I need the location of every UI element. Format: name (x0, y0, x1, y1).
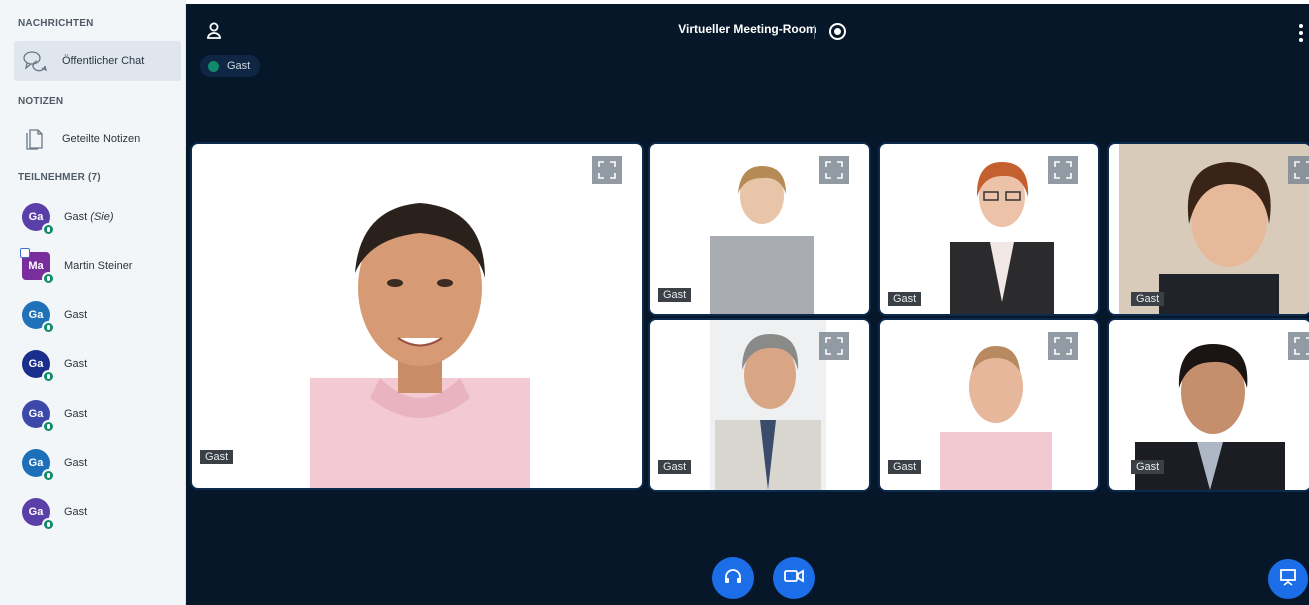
participant-video (310, 203, 530, 488)
video-tile[interactable]: Gast (1107, 318, 1309, 492)
microphone-icon (42, 420, 55, 433)
talking-indicator: Gast (200, 55, 261, 77)
fullscreen-icon[interactable] (1048, 332, 1078, 360)
participant-video (940, 346, 1052, 490)
avatar: Ga (22, 350, 55, 383)
headphones-icon (724, 568, 742, 589)
public-chat-item[interactable]: Öffentlicher Chat (14, 41, 181, 81)
microphone-icon (42, 223, 55, 236)
video-tile[interactable]: Gast (878, 142, 1100, 316)
participant-item[interactable]: Ga Gast (22, 397, 182, 433)
video-tile[interactable]: Gast (648, 318, 871, 492)
share-camera-button[interactable] (773, 557, 815, 599)
participant-video-label: Gast (888, 460, 922, 474)
participant-name: Gast (64, 506, 88, 518)
participant-item[interactable]: Ga Gast (Sie) (22, 200, 182, 236)
microphone-icon (42, 518, 55, 531)
presenter-icon (20, 248, 30, 258)
microphone-icon (42, 370, 55, 383)
presentation-icon (1279, 568, 1297, 591)
title-divider (814, 25, 815, 39)
avatar: Ga (22, 301, 55, 334)
fullscreen-icon[interactable] (1288, 156, 1309, 184)
participant-video (950, 162, 1054, 314)
avatar: Ga (22, 498, 55, 531)
participant-name: Gast (Sie) (64, 211, 114, 223)
participant-video-label: Gast (200, 450, 234, 464)
participant-item[interactable]: Ga Gast (22, 495, 182, 531)
microphone-icon (42, 469, 55, 482)
participant-name: Gast (64, 309, 88, 321)
microphone-icon (208, 60, 219, 72)
participant-name: Gast (64, 358, 88, 370)
participant-video (1119, 144, 1309, 314)
participant-item[interactable]: Ga Gast (22, 347, 182, 383)
fullscreen-icon[interactable] (1288, 332, 1309, 360)
presentation-button[interactable] (1268, 559, 1308, 599)
messages-section-title: NACHRICHTEN (18, 18, 94, 29)
meeting-area: Virtueller Meeting-Room Gast Gast Gast G… (186, 4, 1309, 605)
video-tile[interactable]: Gast (878, 318, 1100, 492)
talking-indicator-name: Gast (227, 60, 251, 72)
shared-notes-label: Geteilte Notizen (62, 133, 141, 145)
avatar: Ga (22, 449, 55, 482)
participant-item[interactable]: Ga Gast (22, 298, 182, 334)
record-icon[interactable] (829, 23, 846, 40)
shared-notes-item[interactable]: Geteilte Notizen (14, 119, 181, 159)
notes-icon (22, 126, 48, 152)
participants-section-title: TEILNEHMER (7) (18, 172, 101, 183)
participant-video-label: Gast (658, 460, 692, 474)
participant-item[interactable]: Ma Martin Steiner (20, 248, 182, 285)
avatar: Ga (22, 203, 55, 236)
avatar: Ga (22, 400, 55, 433)
fullscreen-icon[interactable] (592, 156, 622, 184)
kebab-menu-icon[interactable] (1299, 24, 1303, 45)
video-tile[interactable]: Gast (190, 142, 644, 490)
fullscreen-icon[interactable] (1048, 156, 1078, 184)
participant-video (710, 166, 814, 314)
video-tile[interactable]: Gast (1107, 142, 1309, 316)
microphone-icon (42, 321, 55, 334)
camera-icon (784, 568, 804, 588)
sidebar: NACHRICHTEN Öffentlicher Chat NOTIZEN Ge… (0, 0, 186, 605)
participant-name: Gast (64, 408, 88, 420)
public-chat-label: Öffentlicher Chat (62, 55, 145, 67)
avatar: Ma (20, 248, 55, 285)
meeting-title: Virtueller Meeting-Room (678, 22, 817, 36)
participant-video-label: Gast (888, 292, 922, 306)
video-tile[interactable]: Gast (648, 142, 871, 316)
participant-name: Gast (64, 457, 88, 469)
participant-item[interactable]: Ga Gast (22, 446, 182, 482)
participant-video-label: Gast (658, 288, 692, 302)
microphone-icon (42, 272, 55, 285)
chat-bubbles-icon (22, 48, 48, 74)
participant-video-label: Gast (1131, 460, 1165, 474)
fullscreen-icon[interactable] (819, 156, 849, 184)
notes-section-title: NOTIZEN (18, 96, 64, 107)
participant-name: Martin Steiner (64, 260, 133, 272)
fullscreen-icon[interactable] (819, 332, 849, 360)
join-audio-button[interactable] (712, 557, 754, 599)
participant-video (710, 320, 826, 490)
participant-video-label: Gast (1131, 292, 1165, 306)
